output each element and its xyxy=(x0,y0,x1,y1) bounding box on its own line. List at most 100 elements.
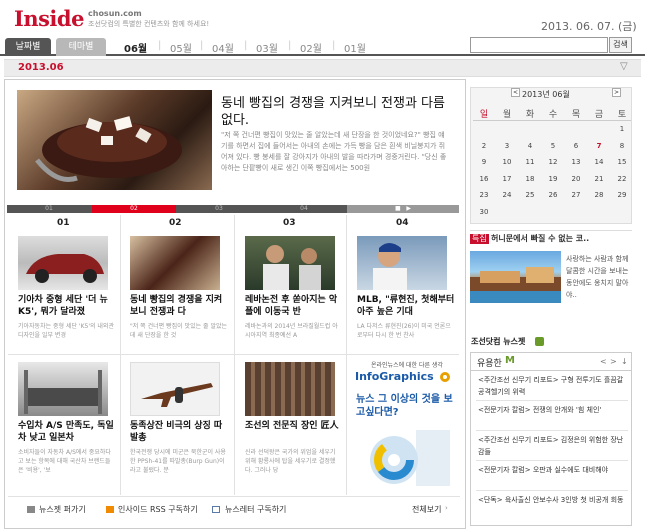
calendar-day[interactable]: 20 xyxy=(566,175,586,183)
calendar-day[interactable]: 23 xyxy=(474,191,494,199)
newsset-next-button[interactable]: > xyxy=(610,357,617,366)
view-all-link[interactable]: 전체보기 xyxy=(412,504,441,515)
divider xyxy=(476,460,628,461)
article-desc: 레바논과의 2014년 브라질월드컵 아시아지역 최종예선 A xyxy=(245,323,338,339)
pager-controls[interactable]: ■ ▶ xyxy=(347,205,459,213)
newsset-item[interactable]: <전문기자 칼럼> 전쟁의 안개와 '힘 체인' xyxy=(478,404,628,416)
footer-link-newsset[interactable]: 뉴스젯 퍼가기 xyxy=(39,504,86,515)
calendar-day[interactable]: 19 xyxy=(543,175,563,183)
pager-item[interactable]: 04 xyxy=(262,205,346,213)
footer-link-rss[interactable]: 인사이드 RSS 구독하기 xyxy=(118,504,198,515)
month-02[interactable]: 02월 xyxy=(300,40,322,55)
pager-item[interactable]: 01 xyxy=(7,205,91,213)
newsset-prev-button[interactable]: < xyxy=(600,357,607,366)
newsset-item[interactable]: <단독> 육사출신 안보수사 3인방 첫 비공개 회동 xyxy=(478,494,628,506)
special-image[interactable] xyxy=(470,251,561,303)
pager-item[interactable]: 03 xyxy=(177,205,261,213)
footer-link-newsletter[interactable]: 뉴스레터 구독하기 xyxy=(225,504,286,515)
calendar-day[interactable]: 18 xyxy=(520,175,540,183)
month-04[interactable]: 04월 xyxy=(212,40,234,55)
calendar-day[interactable]: 2 xyxy=(474,142,494,150)
site-name[interactable]: chosun.com xyxy=(88,9,142,18)
newsset-item[interactable]: <전문기자 칼럼> 오판과 실수에도 대비해야 xyxy=(478,464,628,476)
calendar-day[interactable]: 9 xyxy=(474,158,494,166)
calendar-day[interactable]: 30 xyxy=(474,208,494,216)
infographics-logo-icon xyxy=(440,372,450,382)
divider xyxy=(8,496,460,497)
gun-image xyxy=(141,383,213,407)
featured-title[interactable]: 동네 빵집의 경쟁을 지켜보니 전쟁과 다름없다. xyxy=(221,95,449,129)
month-05[interactable]: 05월 xyxy=(170,40,192,55)
calendar-day[interactable]: 24 xyxy=(497,191,517,199)
special-title[interactable]: 허니문에서 빠질 수 없는 코.. xyxy=(491,233,589,244)
article-thumb-garage[interactable] xyxy=(18,362,108,416)
article-title[interactable]: 기아차 중형 세단 '더 뉴 K5', 뭐가 달라졌 xyxy=(18,294,114,320)
calendar-day[interactable]: 13 xyxy=(566,158,586,166)
calendar-day[interactable]: 4 xyxy=(520,142,540,150)
calendar-day[interactable]: 25 xyxy=(520,191,540,199)
month-divider: | xyxy=(200,40,204,51)
calendar-day[interactable]: 22 xyxy=(612,175,632,183)
calendar-day[interactable]: 7 xyxy=(589,142,609,150)
article-title[interactable]: 조선의 전문직 장인 匠人 xyxy=(245,420,341,446)
newsset-item[interactable]: <주간조선 신무기 리포트> 김정은의 위험한 장난감들 xyxy=(478,434,628,458)
article-thumb-baseball[interactable] xyxy=(357,236,447,290)
article-title[interactable]: 수입차 A/S 만족도, 독일차 낮고 일본차 xyxy=(18,420,114,446)
calendar-day[interactable]: 29 xyxy=(612,191,632,199)
article-thumb-dessert[interactable] xyxy=(130,236,220,290)
calendar-day[interactable]: 11 xyxy=(520,158,540,166)
column-number: 03 xyxy=(283,218,296,228)
newsset-item[interactable]: <주간조선 신무기 리포트> 구형 전투기도 흘끔갈 공격헬기의 위력 xyxy=(478,374,628,398)
featured-image[interactable] xyxy=(17,90,212,190)
pitcher-image xyxy=(373,243,407,290)
weekday-label: 화 xyxy=(525,110,535,120)
article-title[interactable]: 동족상잔 비극의 상징 따발총 xyxy=(130,420,228,446)
download-icon[interactable]: ↓ xyxy=(621,357,628,366)
calendar-day[interactable]: 5 xyxy=(543,142,563,150)
calendar-day[interactable]: 3 xyxy=(497,142,517,150)
calendar-day[interactable]: 10 xyxy=(497,158,517,166)
newsset-icon xyxy=(535,337,544,346)
calendar-day[interactable]: 17 xyxy=(497,175,517,183)
month-06[interactable]: 06월 xyxy=(124,40,147,55)
calendar-prev-button[interactable]: < xyxy=(511,88,520,97)
article-desc: 기아자동차는 중형 세단 'K5'의 내외관 디자인을 일부 변경 xyxy=(18,323,114,339)
calendar-day[interactable]: 27 xyxy=(566,191,586,199)
calendar-day[interactable]: 16 xyxy=(474,175,494,183)
chevron-right-icon[interactable]: › xyxy=(445,504,448,512)
calendar-day[interactable]: 14 xyxy=(589,158,609,166)
tab-by-date[interactable]: 날짜별 xyxy=(5,38,51,56)
calendar-day[interactable]: 26 xyxy=(543,191,563,199)
article-thumb-car[interactable] xyxy=(18,236,108,290)
weekday-label: 수 xyxy=(548,110,558,120)
search-button[interactable]: 검색 xyxy=(609,37,632,53)
calendar-day[interactable]: 1 xyxy=(612,125,632,133)
tab-by-theme[interactable]: 테마별 xyxy=(56,38,106,56)
article-title[interactable]: 레바논전 후 쏟아지는 악플에 이동국 반 xyxy=(245,294,341,320)
article-thumb-gun[interactable] xyxy=(130,362,220,416)
column-number: 04 xyxy=(396,218,409,228)
mail-icon xyxy=(212,506,220,513)
pager-item-active[interactable]: 02 xyxy=(92,205,176,213)
calendar-day[interactable]: 8 xyxy=(612,142,632,150)
chevron-down-icon[interactable]: ▽ xyxy=(620,61,628,72)
calendar-day[interactable]: 12 xyxy=(543,158,563,166)
calendar-day[interactable]: 6 xyxy=(566,142,586,150)
calendar-day[interactable]: 21 xyxy=(589,175,609,183)
current-date: 2013. 06. 07. (금) xyxy=(541,20,637,33)
article-thumb-craft[interactable] xyxy=(245,362,335,416)
weekday-label: 목 xyxy=(571,110,581,120)
article-title[interactable]: 동네 빵집의 경쟁을 지켜보니 전쟁과 다 xyxy=(130,294,228,320)
site-logo[interactable]: Inside xyxy=(14,6,84,31)
article-thumb-soccer[interactable] xyxy=(245,236,335,290)
weekday-label: 토 xyxy=(617,110,627,120)
calendar-next-button[interactable]: > xyxy=(612,88,621,97)
rss-icon xyxy=(106,506,114,513)
calendar-day[interactable]: 28 xyxy=(589,191,609,199)
calendar-day[interactable]: 15 xyxy=(612,158,632,166)
column-number: 01 xyxy=(57,218,70,228)
month-01[interactable]: 01월 xyxy=(344,40,366,55)
article-title[interactable]: MLB, "류현진, 첫해부터 아주 높은 기대 xyxy=(357,294,455,320)
search-input[interactable] xyxy=(470,37,608,53)
month-03[interactable]: 03월 xyxy=(256,40,278,55)
